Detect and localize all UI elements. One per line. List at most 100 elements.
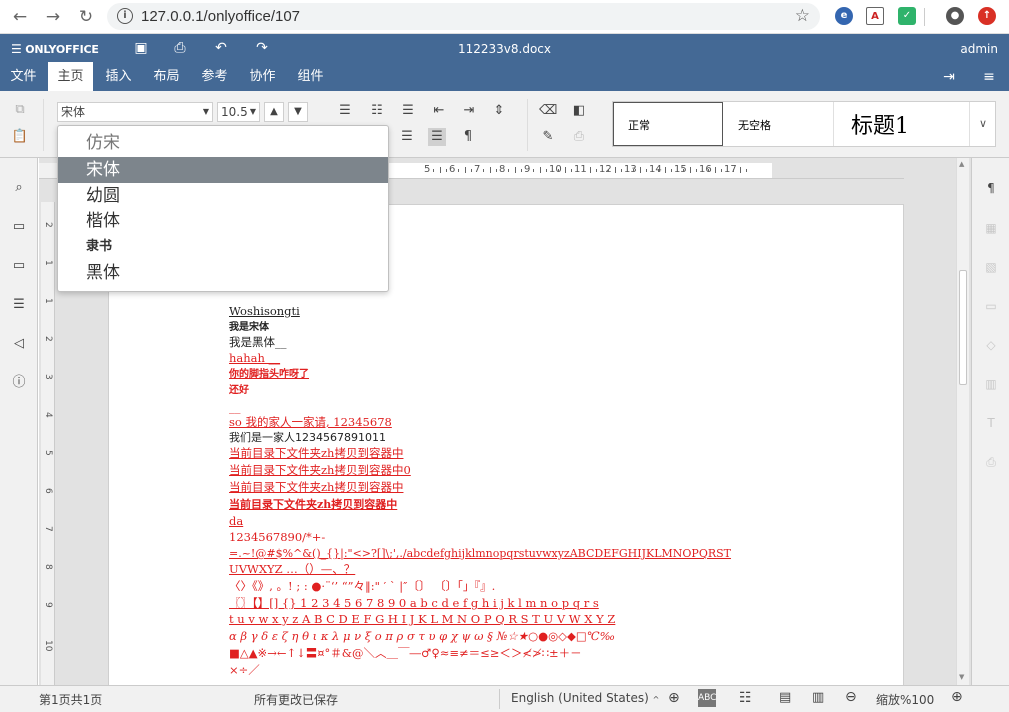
scrollbar-thumb[interactable] bbox=[959, 270, 967, 385]
line-spacing-icon[interactable]: ⇕ bbox=[490, 102, 508, 120]
paste-icon[interactable]: 📋 bbox=[11, 128, 29, 146]
style-normal[interactable]: 正常 bbox=[613, 102, 723, 146]
spellcheck-icon[interactable]: ABC bbox=[698, 689, 716, 707]
doc-line[interactable]: α β γ δ ε ζ η θ ι κ λ μ ν ξ ο π ρ σ τ υ … bbox=[229, 629, 615, 644]
decrease-font-icon[interactable]: ▼ bbox=[288, 102, 308, 122]
doc-line[interactable]: =.~!@#$%^&()_{}|:"<>?[]\;',./abcdefghijk… bbox=[229, 546, 731, 561]
color-scheme-icon[interactable]: ◧ bbox=[570, 102, 588, 120]
fit-page-icon[interactable]: ▤ bbox=[779, 690, 791, 705]
decrease-indent-icon[interactable]: ⇤ bbox=[430, 102, 448, 120]
vertical-ruler[interactable]: 2 1 1 2 3 4 5 6 7 8 9 10 bbox=[41, 202, 55, 685]
track-changes-icon[interactable]: ☷ bbox=[739, 690, 752, 706]
numbering-icon[interactable]: ☷ bbox=[368, 102, 386, 120]
copy-style-icon[interactable]: ✎ bbox=[539, 128, 557, 146]
tab-references[interactable]: 参考 bbox=[192, 62, 237, 91]
feedback-icon[interactable]: ◁ bbox=[10, 335, 28, 353]
doc-line[interactable]: UVWXYZ …（）—、？ bbox=[229, 562, 355, 577]
bullets-icon[interactable]: ☰ bbox=[336, 102, 354, 120]
doc-line[interactable]: ×÷／ bbox=[229, 663, 260, 678]
doc-line[interactable]: 你的脚指头咋呀了 bbox=[229, 367, 309, 382]
font-option-fangsong[interactable]: 仿宋 bbox=[58, 130, 388, 156]
doc-line[interactable]: so 我的家人一家请, 12345678 bbox=[229, 415, 392, 430]
mail-merge-icon[interactable]: ⎙ bbox=[570, 128, 588, 146]
doc-line[interactable]: 当前目录下文件夹zh拷贝到容器中 bbox=[229, 446, 403, 461]
tab-insert[interactable]: 插入 bbox=[96, 62, 141, 91]
style-no-spacing[interactable]: 无空格 bbox=[724, 102, 834, 146]
paragraph-mark-icon[interactable]: ¶ bbox=[459, 128, 477, 146]
header-footer-icon[interactable]: ▭ bbox=[983, 298, 999, 314]
clear-style-icon[interactable]: ⌫ bbox=[539, 102, 557, 120]
doc-line[interactable]: 〈〉《》, 。! ; : ●·¨‘’ “”々‖:" ′ ` |″〔〕 〔〕「」『… bbox=[229, 579, 495, 594]
profile-avatar-icon[interactable]: ● bbox=[946, 7, 964, 25]
address-bar[interactable]: i 127.0.0.1/onlyoffice/107 ☆ bbox=[107, 3, 820, 30]
tab-home[interactable]: 主页 bbox=[48, 62, 93, 91]
globe-icon[interactable]: ⊕ bbox=[668, 690, 680, 706]
font-option-songti[interactable]: 宋体 bbox=[58, 157, 388, 183]
textart-settings-icon[interactable]: T bbox=[983, 415, 999, 431]
bookmark-star-icon[interactable]: ☆ bbox=[795, 6, 810, 26]
styles-expand-chevron-icon[interactable]: ∨ bbox=[970, 102, 996, 146]
multilevel-list-icon[interactable]: ☰ bbox=[399, 102, 417, 120]
doc-line[interactable]: 1234567890/*+- bbox=[229, 530, 325, 545]
shape-settings-icon[interactable]: ◇ bbox=[983, 337, 999, 353]
scroll-up-icon[interactable]: ▲ bbox=[959, 160, 964, 168]
chart-settings-icon[interactable]: ▥ bbox=[983, 376, 999, 392]
doc-line[interactable]: 还好 bbox=[229, 383, 249, 398]
doc-line[interactable]: t u v w x y z A B C D E F G H I J K L M … bbox=[229, 612, 615, 627]
extension-shield-icon[interactable]: ✓ bbox=[898, 7, 916, 25]
extension-e-icon[interactable]: e bbox=[835, 7, 853, 25]
font-size-combo[interactable]: 10.5 ▼ bbox=[217, 102, 260, 122]
doc-line[interactable]: __ bbox=[229, 400, 241, 415]
increase-font-icon[interactable]: ▲ bbox=[264, 102, 284, 122]
tab-collaboration[interactable]: 协作 bbox=[240, 62, 285, 91]
paragraph-settings-icon[interactable]: ¶ bbox=[983, 180, 999, 196]
language-selector[interactable]: English (United States) ^ bbox=[511, 691, 659, 705]
tab-plugins[interactable]: 组件 bbox=[288, 62, 333, 91]
zoom-in-icon[interactable]: ⊕ bbox=[951, 689, 963, 705]
comments-icon[interactable]: ▭ bbox=[10, 218, 28, 236]
doc-line[interactable]: 我是宋体 bbox=[229, 320, 269, 335]
doc-line[interactable]: hahah __ bbox=[229, 351, 280, 366]
doc-line[interactable]: ■△▲※→←↑↓〓¤°＃&@＼︿＿￣―♂♀≈≡≠＝≤≥＜＞≮≯∷±＋－ bbox=[229, 646, 582, 661]
doc-line[interactable]: Woshisongti bbox=[229, 304, 300, 319]
align-right-icon[interactable]: ☰ bbox=[398, 128, 416, 146]
chevron-down-icon[interactable]: ▼ bbox=[203, 103, 209, 121]
doc-line[interactable]: 当前目录下文件夹zh拷贝到容器中 bbox=[229, 480, 403, 495]
extension-translate-icon[interactable]: A bbox=[866, 7, 884, 25]
reload-icon[interactable]: ↻ bbox=[75, 6, 97, 28]
about-icon[interactable]: ⓘ bbox=[10, 374, 28, 392]
font-option-kaiti[interactable]: 楷体 bbox=[58, 208, 388, 234]
doc-line[interactable]: da bbox=[229, 514, 243, 529]
tab-file[interactable]: 文件 bbox=[0, 62, 47, 91]
chevron-down-icon[interactable]: ▼ bbox=[250, 103, 256, 121]
copy-icon[interactable]: ⧉ bbox=[11, 101, 29, 119]
table-settings-icon[interactable]: ▦ bbox=[983, 220, 999, 236]
scroll-down-icon[interactable]: ▼ bbox=[959, 673, 964, 681]
search-icon[interactable]: ⌕ bbox=[10, 179, 28, 197]
font-option-youyuan[interactable]: 幼圆 bbox=[58, 183, 388, 209]
doc-line[interactable]: 当前目录下文件夹zh拷贝到容器中0 bbox=[229, 463, 411, 478]
site-info-icon[interactable]: i bbox=[117, 8, 133, 24]
doc-line[interactable]: 我是黑体__ bbox=[229, 335, 287, 350]
font-option-lishu[interactable]: 隶书 bbox=[58, 234, 388, 260]
font-option-heiti[interactable]: 黑体 bbox=[58, 260, 388, 286]
tab-layout[interactable]: 布局 bbox=[144, 62, 189, 91]
signature-settings-icon[interactable]: ⎙ bbox=[983, 454, 999, 470]
vertical-scrollbar[interactable]: ▲ ▼ bbox=[956, 158, 969, 685]
back-arrow-icon[interactable]: ← bbox=[9, 6, 31, 28]
zoom-out-icon[interactable]: ⊖ bbox=[845, 689, 857, 705]
doc-line[interactable]: 〖〗【】[] {} 1 2 3 4 5 6 7 8 9 0 a b c d e … bbox=[229, 596, 599, 611]
fit-width-icon[interactable]: ▥ bbox=[812, 690, 824, 705]
increase-indent-icon[interactable]: ⇥ bbox=[460, 102, 478, 120]
update-icon[interactable]: ↑ bbox=[978, 7, 996, 25]
page-info[interactable]: 第1页共1页 bbox=[39, 691, 102, 708]
image-settings-icon[interactable]: ▧ bbox=[983, 259, 999, 275]
chat-icon[interactable]: ▭ bbox=[10, 257, 28, 275]
open-location-icon[interactable]: ⇥ bbox=[940, 69, 958, 85]
user-name[interactable]: admin bbox=[960, 42, 998, 56]
font-name-combo[interactable]: 宋体 ▼ bbox=[57, 102, 213, 122]
style-heading1[interactable]: 标题1 bbox=[835, 102, 970, 146]
doc-line[interactable]: 当前目录下文件夹zh拷贝到容器中 bbox=[229, 497, 397, 512]
forward-arrow-icon[interactable]: → bbox=[42, 6, 64, 28]
hamburger-menu-icon[interactable]: ≡ bbox=[980, 69, 998, 85]
